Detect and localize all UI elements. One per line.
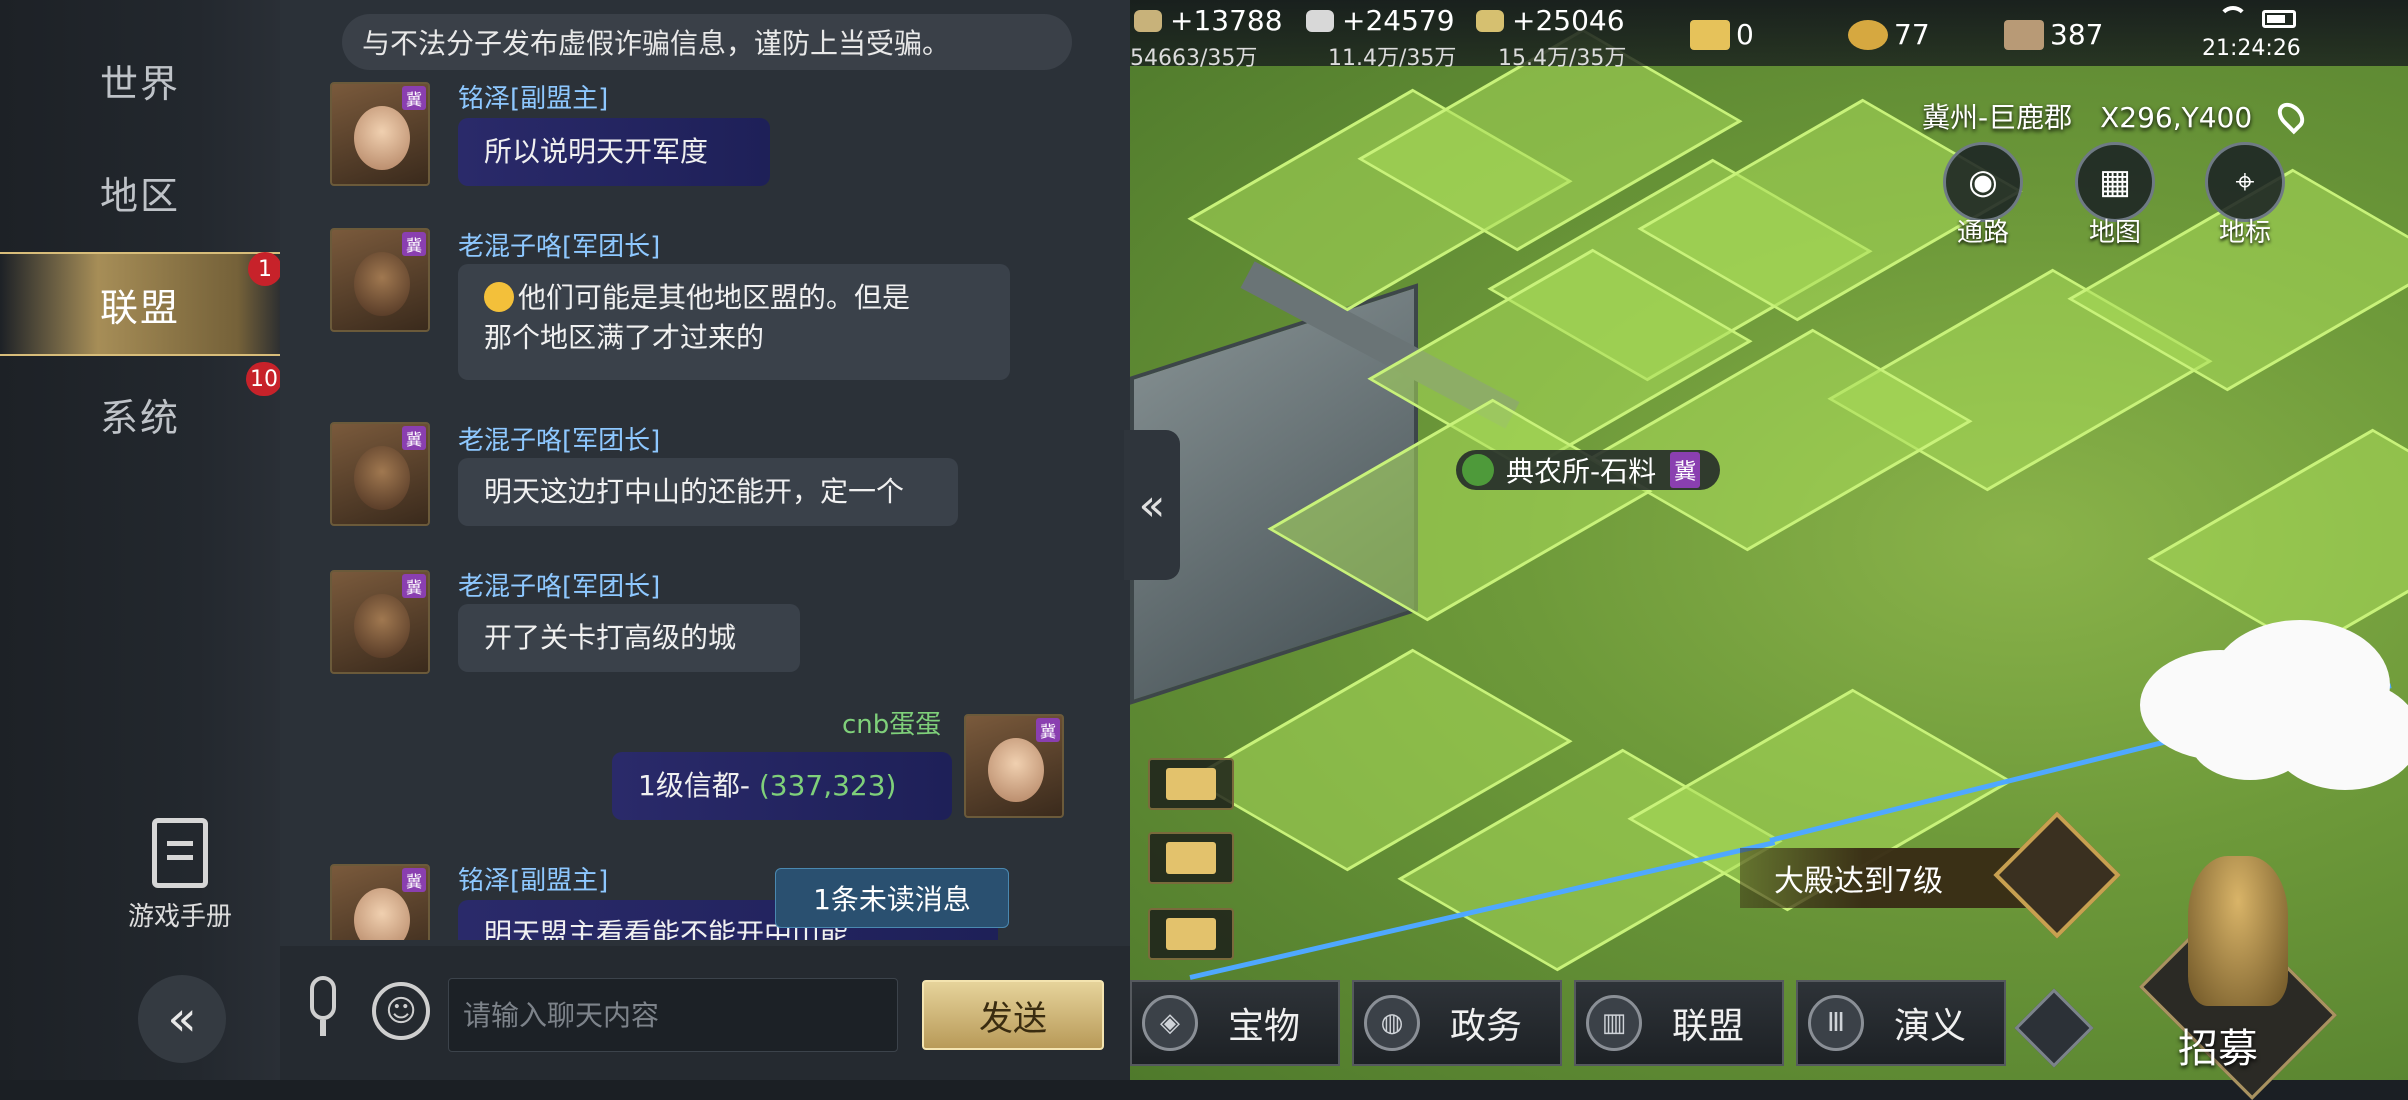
collapse-chat-button[interactable]: « — [1124, 430, 1180, 580]
wood-icon — [1134, 10, 1162, 32]
iron-resource[interactable]: +24579 11.4万/35万 — [1306, 4, 1456, 71]
grain-capacity: 15.4万/35万 — [1498, 46, 1627, 71]
alliance-icon: ▥ — [1586, 995, 1642, 1051]
copper-currency[interactable]: 387 — [2004, 18, 2103, 51]
alliance-label: 联盟 — [1672, 1006, 1745, 1047]
tab-alliance[interactable]: 联盟 — [0, 252, 280, 356]
jade-value: 77 — [1894, 18, 1930, 51]
treasure-icon: ◈ — [1142, 995, 1198, 1051]
affairs-label: 政务 — [1450, 1006, 1523, 1047]
affairs-icon: ◍ — [1364, 995, 1420, 1051]
system-unread-badge: 10 — [246, 362, 282, 396]
gold-value: 0 — [1736, 18, 1754, 51]
roads-label: 通路 — [1956, 218, 2009, 248]
game-manual-button[interactable]: 游戏手册 — [110, 818, 250, 933]
wood-resource[interactable]: +13788 54663/35万 — [1130, 4, 1283, 71]
general-portrait — [2188, 856, 2288, 1006]
map-label: 地图 — [2088, 218, 2141, 248]
report-icon — [1166, 918, 1216, 950]
chat-input-bar: ☺ 发送 — [280, 946, 1130, 1080]
gold-currency[interactable]: 0 — [1690, 18, 1754, 51]
iron-income: +24579 — [1342, 4, 1455, 37]
chat-panel: 与不法分子发布虚假诈骗信息，谨防上当受骗。 冀 铭泽[副盟主] 所以说明天开军度… — [280, 0, 1130, 1080]
microphone-icon[interactable] — [310, 976, 336, 1020]
chat-text-input[interactable] — [448, 978, 898, 1052]
sender-avatar[interactable]: 冀 — [330, 864, 430, 940]
book-icon — [152, 818, 208, 888]
scroll-button[interactable] — [1148, 832, 1234, 884]
tab-region[interactable]: 地区 — [0, 142, 280, 242]
map-button[interactable]: ▦ 地图 — [2060, 142, 2170, 249]
wifi-icon — [2218, 6, 2248, 28]
iron-icon — [1306, 10, 1334, 32]
landmark-button[interactable]: ⌖ 地标 — [2190, 142, 2300, 249]
emoji-button[interactable]: ☺ — [372, 982, 430, 1040]
jade-currency[interactable]: 77 — [1848, 18, 1930, 51]
chat-message: 冀 铭泽[副盟主] 明天盟主看看能不能开中山能 — [280, 0, 1130, 940]
send-button[interactable]: 发送 — [922, 980, 1104, 1050]
alliance-button[interactable]: ▥ 联盟 — [1574, 980, 1784, 1066]
map-icon: ▦ — [2075, 142, 2155, 222]
report-button[interactable] — [1148, 908, 1234, 960]
recruit-label: 招募 — [2178, 1026, 2258, 1072]
tab-region-label: 地区 — [99, 173, 180, 218]
location-readout[interactable]: 冀州-巨鹿郡 X296,Y400 — [1922, 96, 2310, 136]
recruit-button[interactable]: 招募 — [2118, 856, 2388, 1100]
grain-income: +25046 — [1512, 4, 1625, 37]
grain-icon — [1476, 10, 1504, 32]
treasure-label: 宝物 — [1228, 1006, 1301, 1047]
leaf-icon — [1462, 454, 1494, 486]
saga-icon: Ⅲ — [1808, 995, 1864, 1051]
eye-icon: ◉ — [1943, 142, 2023, 222]
grain-resource[interactable]: +25046 15.4万/35万 — [1476, 4, 1626, 71]
iron-capacity: 11.4万/35万 — [1328, 46, 1457, 71]
saga-button[interactable]: Ⅲ 演义 — [1796, 980, 2006, 1066]
state-seal: 冀 — [402, 868, 426, 892]
wood-income: +13788 — [1170, 4, 1283, 37]
unread-messages-button[interactable]: 1条未读消息 — [775, 868, 1009, 928]
mail-button[interactable] — [1148, 758, 1234, 810]
landmark-pin-icon: ⌖ — [2205, 142, 2285, 222]
system-clock: 21:24:26 — [2202, 36, 2301, 61]
building-label[interactable]: 典农所-石料 冀 — [1456, 450, 1721, 490]
location-text: 冀州-巨鹿郡 X296,Y400 — [1922, 101, 2253, 134]
treasure-button[interactable]: ◈ 宝物 — [1130, 980, 1340, 1066]
collapse-sidebar-button[interactable]: « — [138, 975, 226, 1063]
battery-icon — [2262, 10, 2296, 28]
tab-alliance-label: 联盟 — [99, 285, 180, 330]
roads-button[interactable]: ◉ 通路 — [1928, 142, 2038, 249]
tab-system-label: 系统 — [99, 395, 180, 440]
landmark-label: 地标 — [2218, 218, 2271, 248]
game-manual-label: 游戏手册 — [127, 902, 232, 932]
tab-world[interactable]: 世界 — [0, 30, 280, 130]
microphone-stand — [320, 1020, 326, 1036]
sender-name[interactable]: 铭泽[副盟主] — [458, 860, 608, 897]
envelope-icon — [1166, 768, 1216, 800]
tab-system[interactable]: 系统 — [0, 364, 280, 464]
territory-tile[interactable] — [2147, 428, 2408, 652]
scroll-icon — [1166, 842, 1216, 874]
quest-text: 大殿达到7级 — [1774, 864, 1944, 899]
jade-icon — [1848, 20, 1888, 50]
saga-label: 演义 — [1894, 1006, 1967, 1047]
alliance-unread-badge: 1 — [248, 252, 282, 286]
gold-bar-icon — [1690, 20, 1730, 50]
state-seal: 冀 — [1670, 452, 1701, 488]
building-name: 典农所-石料 — [1506, 455, 1657, 488]
copper-icon — [2004, 20, 2044, 50]
affairs-button[interactable]: ◍ 政务 — [1352, 980, 1562, 1066]
tab-world-label: 世界 — [99, 61, 180, 106]
channel-tabs: 世界 地区 联盟 1 系统 10 游戏手册 « — [0, 0, 282, 1080]
fog-cloud — [2190, 700, 2310, 780]
copper-value: 387 — [2050, 18, 2104, 51]
wood-capacity: 54663/35万 — [1130, 46, 1258, 71]
